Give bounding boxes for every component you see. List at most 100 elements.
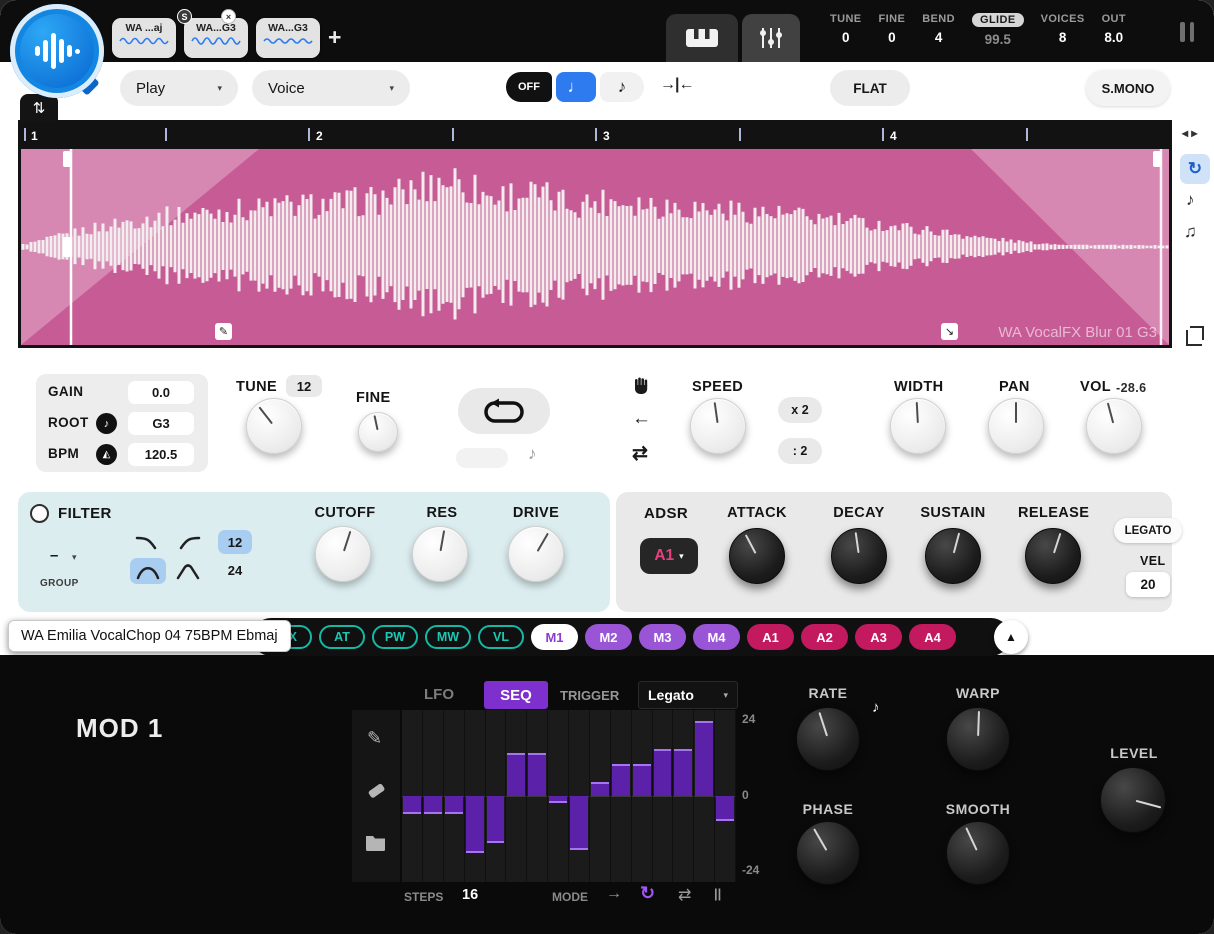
level-knob[interactable]: [1100, 767, 1166, 833]
tune-knob[interactable]: [246, 398, 302, 454]
smooth-knob[interactable]: [946, 821, 1010, 885]
seq-step[interactable]: [465, 710, 486, 882]
loop-length-pill[interactable]: [456, 448, 508, 468]
tab-lfo[interactable]: LFO: [424, 686, 454, 703]
param-glide[interactable]: GLIDE 99.5: [972, 13, 1024, 47]
seq-step[interactable]: [653, 710, 674, 882]
seq-step[interactable]: [444, 710, 465, 882]
mono-mode-button[interactable]: S.MONO: [1086, 70, 1170, 106]
filter-slope-24-button[interactable]: 24: [218, 558, 252, 582]
rate-sync-note-icon[interactable]: ♪: [872, 699, 880, 716]
close-tab-icon[interactable]: ×: [221, 9, 236, 24]
res-knob[interactable]: [412, 526, 468, 582]
root-value[interactable]: G3: [128, 412, 194, 435]
solo-badge[interactable]: S: [177, 9, 192, 24]
mod-slot-m3[interactable]: M3: [639, 624, 686, 650]
waveform-display[interactable]: 1 2 3 4 ✎ ↘ WA VocalFX Blur 01 G3: [18, 120, 1172, 348]
collapse-to-center-icon[interactable]: →|←: [660, 76, 693, 94]
folder-icon[interactable]: [365, 834, 387, 852]
vel-value[interactable]: 20: [1126, 572, 1170, 597]
mode-pingpong-icon[interactable]: ⇄: [678, 885, 691, 905]
param-bend[interactable]: BEND 4: [922, 13, 955, 47]
fine-knob[interactable]: [358, 412, 398, 452]
seq-step-grid[interactable]: [402, 710, 736, 882]
decay-knob[interactable]: [831, 528, 887, 584]
loop-tool-icon[interactable]: ↻: [1180, 154, 1210, 184]
width-knob[interactable]: [890, 398, 946, 454]
play-direction-shuffle-icon[interactable]: ⇄: [632, 442, 648, 465]
crop-icon[interactable]: [1186, 330, 1202, 346]
fade-resize-handle[interactable]: ↘: [941, 323, 958, 340]
seq-step[interactable]: [486, 710, 507, 882]
trigger-dropdown[interactable]: Legato ▾: [638, 681, 738, 709]
legato-button[interactable]: LEGATO: [1114, 518, 1182, 543]
speed-half-button[interactable]: : 2: [778, 438, 822, 464]
seq-step[interactable]: [548, 710, 569, 882]
play-direction-back-icon[interactable]: ←: [632, 408, 651, 430]
filter-type-bandpass-button[interactable]: [130, 558, 166, 584]
flat-button[interactable]: FLAT: [830, 70, 910, 106]
warp-knob[interactable]: [946, 707, 1010, 771]
sample-tab-3[interactable]: WA...G3: [256, 18, 320, 58]
hand-drag-icon[interactable]: [632, 376, 652, 396]
param-voices[interactable]: VOICES 8: [1041, 13, 1085, 47]
cutoff-knob[interactable]: [315, 526, 371, 582]
param-tune[interactable]: TUNE 0: [830, 13, 862, 47]
mod-slot-a4[interactable]: A4: [909, 624, 956, 650]
sync-triplet-button[interactable]: ♪: [600, 72, 644, 102]
tune-value[interactable]: 12: [286, 375, 322, 397]
seq-step[interactable]: [632, 710, 653, 882]
sample-tab-2[interactable]: WA...G3: [184, 18, 248, 58]
vol-knob[interactable]: [1086, 398, 1142, 454]
add-sample-button[interactable]: +: [328, 24, 341, 51]
seq-step[interactable]: [673, 710, 694, 882]
speed-double-button[interactable]: x 2: [778, 397, 822, 423]
filter-type-highpass-button[interactable]: [170, 528, 206, 554]
bpm-value[interactable]: 120.5: [128, 443, 194, 466]
filter-slope-12-button[interactable]: 12: [218, 530, 252, 554]
adsr-slot-dropdown[interactable]: A1 ▾: [640, 538, 698, 574]
sync-off-button[interactable]: OFF: [506, 72, 552, 102]
note-free-icon[interactable]: ♫: [1184, 222, 1197, 242]
rate-knob[interactable]: [796, 707, 860, 771]
param-fine[interactable]: FINE 0: [879, 13, 906, 47]
tab-keyboard-view[interactable]: [666, 14, 738, 62]
voice-mode-dropdown[interactable]: Voice ▾: [252, 70, 410, 106]
sync-straight-button[interactable]: ♩: [556, 72, 596, 102]
sustain-knob[interactable]: [925, 528, 981, 584]
seq-step[interactable]: [506, 710, 527, 882]
filter-type-lowpass-button[interactable]: [130, 528, 166, 554]
filter-type-notch-button[interactable]: [170, 558, 206, 584]
seq-step[interactable]: [527, 710, 548, 882]
seq-step[interactable]: [402, 710, 423, 882]
mod-slot-m2[interactable]: M2: [585, 624, 632, 650]
mod-slot-a1[interactable]: A1: [747, 624, 794, 650]
seq-step[interactable]: [590, 710, 611, 882]
tab-controls-view[interactable]: [742, 14, 800, 62]
seq-step[interactable]: [569, 710, 590, 882]
seq-step[interactable]: [694, 710, 715, 882]
steps-value[interactable]: 16: [462, 887, 478, 903]
mod-source-at[interactable]: AT: [319, 625, 365, 649]
speed-knob[interactable]: [690, 398, 746, 454]
gain-value[interactable]: 0.0: [128, 381, 194, 404]
mod-source-pw[interactable]: PW: [372, 625, 418, 649]
reverse-loop-icon[interactable]: ⇅: [20, 94, 58, 122]
mode-hold-icon[interactable]: ||: [714, 886, 721, 901]
pencil-tool-icon[interactable]: ✎: [367, 728, 382, 749]
pan-lr-icon[interactable]: ◂ ▸: [1182, 126, 1197, 140]
mod-source-mw[interactable]: MW: [425, 625, 471, 649]
filter-enable-toggle[interactable]: [30, 504, 49, 523]
mod-slot-a3[interactable]: A3: [855, 624, 902, 650]
attack-knob[interactable]: [729, 528, 785, 584]
sample-tab-1[interactable]: WA ...aj: [112, 18, 176, 58]
seq-step[interactable]: [423, 710, 444, 882]
mod-slot-a2[interactable]: A2: [801, 624, 848, 650]
mode-forward-icon[interactable]: →: [606, 885, 622, 903]
phase-knob[interactable]: [796, 821, 860, 885]
mod-source-vl[interactable]: VL: [478, 625, 524, 649]
collapse-panel-button[interactable]: ▲: [994, 620, 1028, 654]
filter-group-value[interactable]: –: [50, 547, 59, 564]
note-sync-icon[interactable]: ♪: [1186, 190, 1195, 210]
eraser-tool-icon[interactable]: [365, 780, 387, 800]
